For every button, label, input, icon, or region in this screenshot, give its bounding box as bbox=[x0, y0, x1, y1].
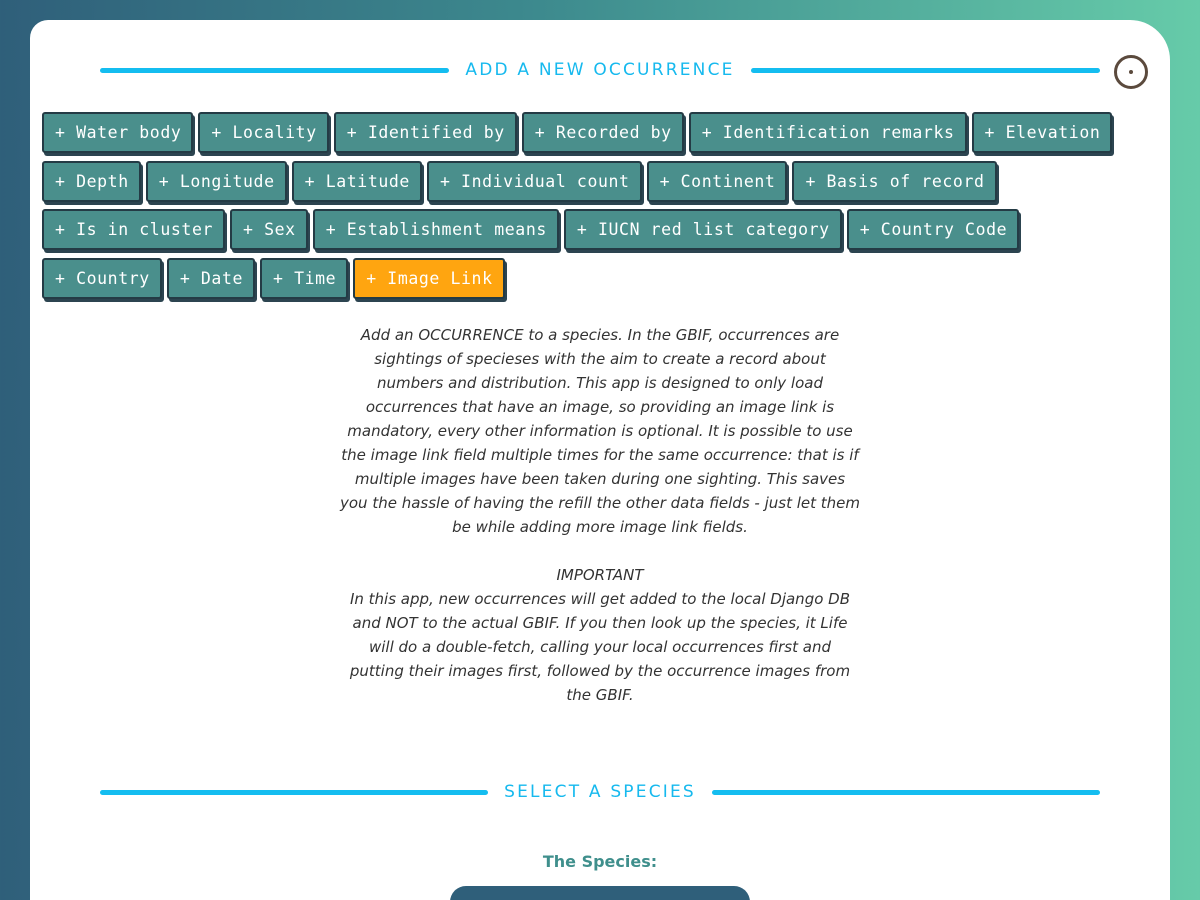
add-basis-of-record-button[interactable]: + Basis of record bbox=[792, 161, 997, 202]
add-sex-button[interactable]: + Sex bbox=[230, 209, 308, 250]
add-individual-count-button[interactable]: + Individual count bbox=[426, 161, 642, 202]
select-species-title: SELECT A SPECIES bbox=[504, 782, 696, 802]
close-icon-dot bbox=[1129, 70, 1133, 74]
description-important-heading: IMPORTANT bbox=[556, 566, 644, 584]
species-field-label: The Species: bbox=[542, 852, 658, 871]
add-country-button[interactable]: + Country bbox=[42, 258, 162, 299]
description-paragraph-2: In this app, new occurrences will get ad… bbox=[349, 590, 851, 704]
select-species-header: SELECT A SPECIES bbox=[100, 780, 1100, 804]
add-occurrence-header: ADD A NEW OCCURRENCE bbox=[100, 58, 1100, 82]
add-time-button[interactable]: + Time bbox=[260, 258, 349, 299]
add-elevation-button[interactable]: + Elevation bbox=[971, 112, 1113, 153]
close-circle-icon[interactable] bbox=[1114, 55, 1148, 89]
add-water-body-button[interactable]: + Water body bbox=[42, 112, 194, 153]
add-date-button[interactable]: + Date bbox=[166, 258, 256, 299]
add-iucn-red-list-category-button[interactable]: + IUCN red list category bbox=[563, 209, 842, 250]
occurrence-description: Add an OCCURRENCE to a species. In the G… bbox=[340, 323, 860, 707]
add-image-link-button[interactable]: + Image Link bbox=[353, 258, 505, 299]
add-country-code-button[interactable]: + Country Code bbox=[846, 209, 1020, 250]
add-recorded-by-button[interactable]: + Recorded by bbox=[521, 112, 684, 153]
add-establishment-means-button[interactable]: + Establishment means bbox=[312, 209, 559, 250]
add-identification-remarks-button[interactable]: + Identification remarks bbox=[688, 112, 967, 153]
field-button-row-1: + Water body + Locality + Identified by … bbox=[42, 112, 1113, 153]
add-occurrence-title: ADD A NEW OCCURRENCE bbox=[465, 60, 735, 80]
species-select[interactable] bbox=[450, 886, 750, 900]
species-header-line-right bbox=[711, 789, 1100, 795]
header-line-left bbox=[100, 67, 450, 73]
occurrence-card: ADD A NEW OCCURRENCE + Water body + Loca… bbox=[30, 20, 1170, 900]
field-button-row-4: + Country + Date + Time + Image Link bbox=[42, 258, 505, 299]
add-longitude-button[interactable]: + Longitude bbox=[145, 161, 287, 202]
add-continent-button[interactable]: + Continent bbox=[646, 161, 788, 202]
add-depth-button[interactable]: + Depth bbox=[42, 161, 141, 202]
species-header-line-left bbox=[100, 789, 489, 795]
field-button-row-3: + Is in cluster + Sex + Establishment me… bbox=[42, 209, 1020, 250]
add-is-in-cluster-button[interactable]: + Is in cluster bbox=[42, 209, 226, 250]
field-button-row-2: + Depth + Longitude + Latitude + Individ… bbox=[42, 161, 997, 202]
add-identified-by-button[interactable]: + Identified by bbox=[333, 112, 517, 153]
add-latitude-button[interactable]: + Latitude bbox=[291, 161, 422, 202]
header-line-right bbox=[750, 67, 1100, 73]
description-paragraph-1: Add an OCCURRENCE to a species. In the G… bbox=[340, 326, 860, 536]
add-locality-button[interactable]: + Locality bbox=[198, 112, 329, 153]
